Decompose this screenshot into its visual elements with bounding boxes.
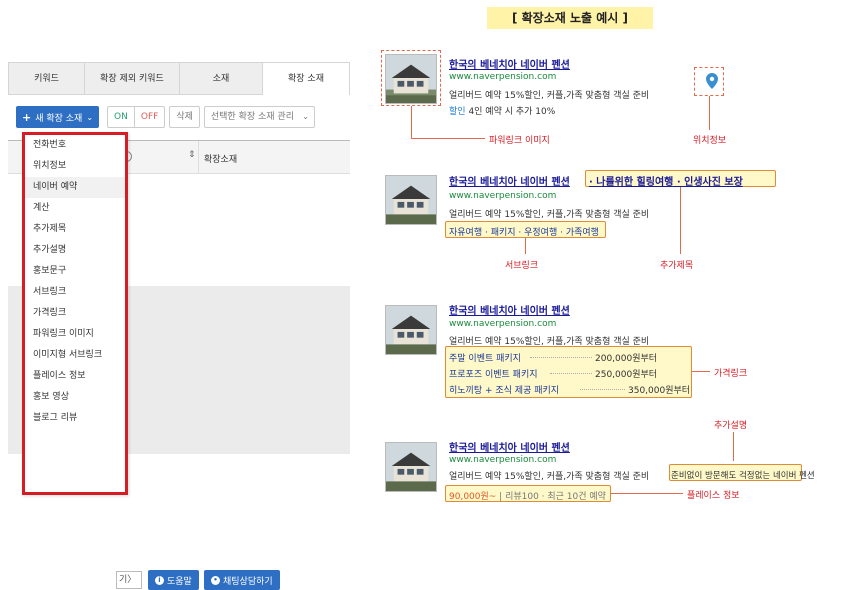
on-button[interactable]: ON [107, 106, 134, 128]
ad-desc-4: 얼리버드 예약 15%할인, 커플,가족 맞춤형 객실 준비 [449, 472, 650, 482]
tab-bar: 키워드 확장 제외 키워드 소재 확장 소재 [8, 62, 350, 95]
price-row-name-1[interactable]: 주말 이벤트 패키지 [449, 351, 521, 364]
dot-leader [580, 389, 625, 390]
chat-consult-label: 채팅상담하기 [223, 576, 273, 587]
chevron-down-icon: ⌄ [86, 112, 94, 122]
ad-title-2[interactable]: 한국의 베네치아 네이버 펜션 [449, 173, 570, 188]
location-pin-icon [706, 73, 718, 89]
sublinks-text[interactable]: 자유여행 · 패키지 · 우정여행 · 가족여행 [449, 225, 599, 238]
column-header-extension: 확장소재 [204, 155, 238, 165]
sort-icon[interactable]: ⇕ [188, 150, 196, 160]
add-extension-button[interactable]: + 새 확장 소재 ⌄ [16, 106, 100, 128]
ad-desc-1: 얼리버드 예약 15%할인, 커플,가족 맞춤형 객실 준비 [449, 91, 650, 101]
help-button[interactable]: i 도움말 [148, 570, 199, 590]
chevron-down-icon: ⌄ [302, 112, 309, 121]
price-row-name-2[interactable]: 프로포즈 이벤트 패키지 [449, 367, 538, 380]
label-place-info: 플레이스 정보 [687, 491, 740, 501]
column-divider [198, 141, 199, 175]
price-row-value-3: 350,000원부터 [628, 386, 691, 396]
tab-excluded-keyword[interactable]: 확장 제외 키워드 [85, 63, 180, 95]
connector-line [709, 96, 710, 130]
pension-thumbnail [385, 54, 437, 104]
house-image [386, 306, 436, 354]
label-extra-title: 추가제목 [660, 261, 694, 271]
example-title: [ 확장소재 노출 예시 ] [487, 7, 653, 29]
dropdown-item-image-sublink[interactable]: 이미지형 서브링크 [25, 345, 125, 366]
ad-url-3[interactable]: www.naverpension.com [449, 319, 556, 329]
dropdown-item-promo-video[interactable]: 홍보 영상 [25, 387, 125, 408]
delete-button[interactable]: 삭제 [169, 106, 200, 128]
pension-thumbnail [385, 305, 437, 355]
extension-type-dropdown: 전화번호 위치정보 네이버 예약 계산 추가제목 추가설명 홍보문구 서브링크 … [22, 132, 128, 495]
dropdown-item-sublink[interactable]: 서브링크 [25, 282, 125, 303]
pension-thumbnail [385, 442, 437, 492]
place-review: | 리뷰100 · 최근 10건 예약 [496, 492, 606, 502]
ad-title-4[interactable]: 한국의 베네치아 네이버 펜션 [449, 439, 570, 454]
connector-line [733, 432, 734, 461]
dropdown-item-extra-desc[interactable]: 추가설명 [25, 240, 125, 261]
price-row-value-1: 200,000원부터 [595, 354, 658, 364]
tab-extension[interactable]: 확장 소재 [263, 63, 349, 95]
ad-url-2[interactable]: www.naverpension.com [449, 191, 556, 201]
pagination-fragment[interactable]: 기〉 [116, 571, 143, 589]
tab-keyword[interactable]: 키워드 [9, 63, 85, 95]
dropdown-item-blog-review[interactable]: 블로그 리뷰 [25, 408, 125, 429]
dot-leader [530, 357, 592, 358]
connector-line [525, 238, 526, 254]
plus-icon: + [22, 110, 32, 124]
promo-prefix: 할인 [449, 107, 466, 117]
chat-bubble-icon: • [211, 575, 220, 585]
dropdown-item-price-link[interactable]: 가격링크 [25, 303, 125, 324]
off-button[interactable]: OFF [133, 106, 166, 128]
connector-line [680, 187, 681, 254]
price-row-value-2: 250,000원부터 [595, 370, 658, 380]
connector-line [411, 138, 485, 139]
ad-url-1[interactable]: www.naverpension.com [449, 72, 556, 82]
house-image [386, 55, 436, 103]
manage-extension-select[interactable]: 선택한 확장 소재 관리 ⌄ [203, 106, 315, 128]
info-icon: i [155, 575, 164, 585]
connector-line [611, 493, 683, 494]
ad-title-1[interactable]: 한국의 베네치아 네이버 펜션 [449, 56, 570, 71]
help-label: 도움말 [167, 576, 192, 587]
label-sublink: 서브링크 [505, 261, 539, 271]
place-info-text: 90,000원~ | 리뷰100 · 최근 10건 예약 [449, 489, 606, 502]
place-price: 90,000원~ [449, 492, 497, 502]
dropdown-item-place-info[interactable]: 플레이스 정보 [25, 366, 125, 387]
dot-leader [550, 373, 592, 374]
toolbar: + 새 확장 소재 ⌄ ON OFF 삭제 선택한 확장 소재 관리 ⌄ [16, 105, 315, 129]
pension-thumbnail [385, 175, 437, 225]
bottom-bar: 기〉 i 도움말 • 채팅상담하기 [8, 566, 350, 590]
label-location: 위치정보 [693, 136, 727, 146]
label-price-link: 가격링크 [714, 369, 748, 379]
ad-url-4[interactable]: www.naverpension.com [449, 455, 556, 465]
promo-text: 할인 4인 예약 시 추가 10% [449, 104, 555, 117]
label-extra-desc: 추가설명 [714, 421, 748, 431]
house-image [386, 443, 436, 491]
dropdown-item-powerlink-image[interactable]: 파워링크 이미지 [25, 324, 125, 345]
dropdown-item-calculation[interactable]: 계산 [25, 198, 125, 219]
extra-desc-text: 준비없이 방문해도 걱정없는 네이버 펜션 [671, 471, 815, 481]
ad-desc-2: 얼리버드 예약 15%할인, 커플,가족 맞춤형 객실 준비 [449, 210, 650, 220]
dropdown-item-location[interactable]: 위치정보 [25, 156, 125, 177]
dropdown-item-phone[interactable]: 전화번호 [25, 135, 125, 156]
dropdown-item-promo-text[interactable]: 홍보문구 [25, 261, 125, 282]
label-powerlink-image: 파워링크 이미지 [489, 136, 550, 146]
add-extension-label: 새 확장 소재 [35, 113, 83, 124]
tab-creative[interactable]: 소재 [180, 63, 263, 95]
extra-title-text: · 나를위한 힐링여행 · 인생사진 보장 [589, 177, 743, 188]
ad-extension-panel: 키워드 확장 제외 키워드 소재 확장 소재 + 새 확장 소재 ⌄ ON OF… [8, 62, 350, 590]
connector-line [411, 106, 412, 138]
house-image [386, 176, 436, 224]
manage-extension-placeholder: 선택한 확장 소재 관리 [210, 112, 294, 122]
connector-line [692, 371, 710, 372]
price-row-name-3[interactable]: 히노끼탕 + 조식 제공 패키지 [449, 383, 559, 396]
ad-title-3[interactable]: 한국의 베네치아 네이버 펜션 [449, 302, 570, 317]
chat-consult-button[interactable]: • 채팅상담하기 [204, 570, 280, 590]
promo-body: 4인 예약 시 추가 10% [468, 107, 556, 117]
dropdown-item-extra-title[interactable]: 추가제목 [25, 219, 125, 240]
dropdown-item-naver-booking[interactable]: 네이버 예약 [25, 177, 125, 198]
